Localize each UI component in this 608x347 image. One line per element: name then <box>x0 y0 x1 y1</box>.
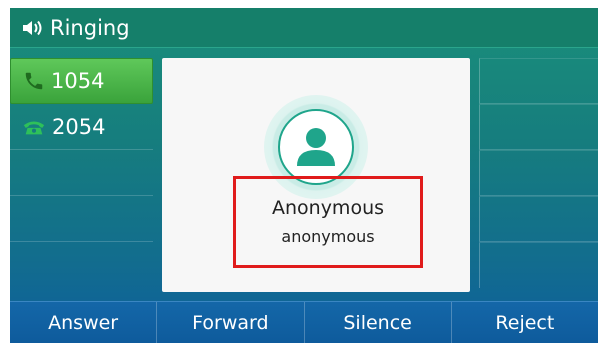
incoming-call-card: Anonymous anonymous <box>162 58 470 292</box>
right-line-keys <box>479 58 598 288</box>
forward-button[interactable]: Forward <box>157 302 305 343</box>
empty-line-key[interactable] <box>479 242 598 288</box>
avatar <box>278 109 354 185</box>
silence-button[interactable]: Silence <box>305 302 452 343</box>
caller-name: Anonymous <box>271 197 385 219</box>
caller-info-highlight: Anonymous anonymous <box>233 176 423 268</box>
reject-button[interactable]: Reject <box>452 302 598 343</box>
empty-line-key[interactable] <box>10 242 153 288</box>
speaker-icon <box>23 20 42 35</box>
status-bar: Ringing <box>10 8 598 48</box>
empty-line-key[interactable] <box>479 150 598 196</box>
softkey-bar: Answer Forward Silence Reject <box>10 301 598 343</box>
empty-line-key[interactable] <box>10 196 153 242</box>
caller-number: anonymous <box>281 227 375 246</box>
contact-person-icon <box>297 128 335 166</box>
empty-line-key[interactable] <box>479 58 598 104</box>
line-keys: 1054 2054 <box>10 58 153 288</box>
empty-line-key[interactable] <box>479 196 598 242</box>
phone-screen: Ringing 1054 2054 Anonymous anonymous An… <box>10 8 598 343</box>
empty-line-key[interactable] <box>479 104 598 150</box>
line-key-2054[interactable]: 2054 <box>10 104 153 150</box>
empty-line-key[interactable] <box>10 150 153 196</box>
desk-phone-icon <box>23 120 45 134</box>
line-key-1054[interactable]: 1054 <box>10 58 153 104</box>
status-title: Ringing <box>50 15 130 40</box>
handset-icon <box>25 72 43 90</box>
line-number: 2054 <box>52 114 106 139</box>
answer-button[interactable]: Answer <box>10 302 158 343</box>
line-number: 1054 <box>51 69 105 93</box>
